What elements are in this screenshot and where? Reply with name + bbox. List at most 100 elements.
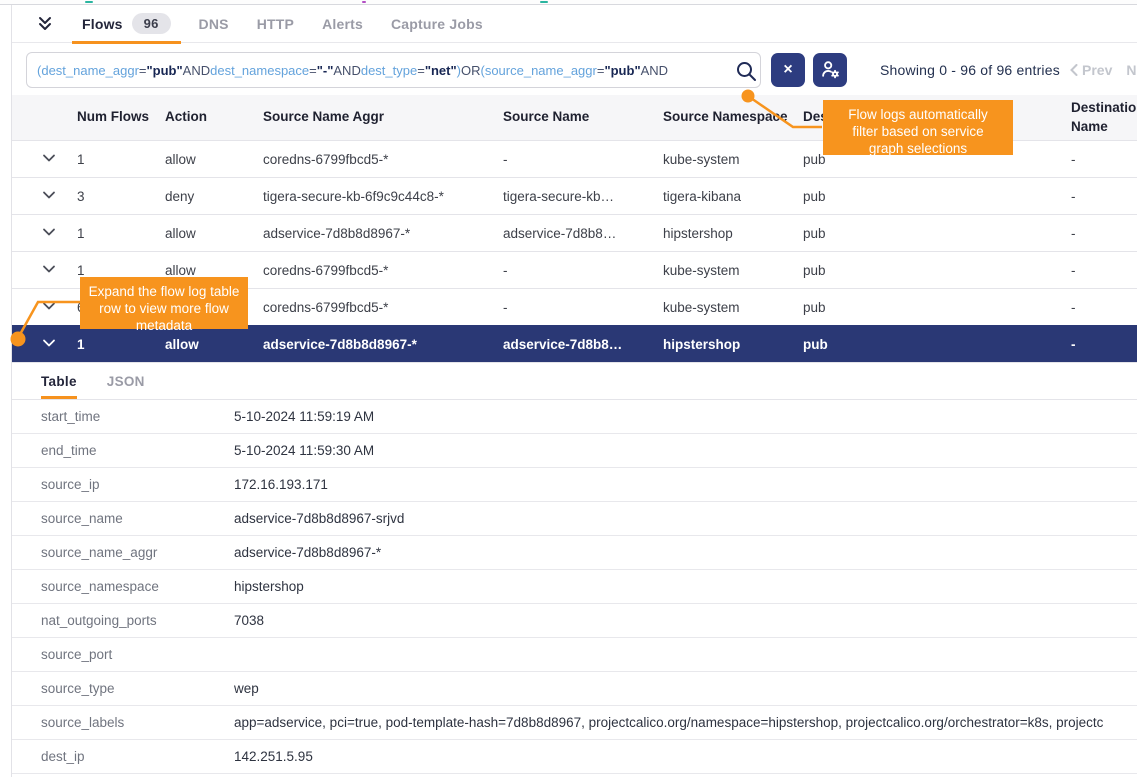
detail-key: source_type	[41, 681, 234, 696]
query-segment: =	[309, 63, 317, 78]
detail-value: 7038	[234, 613, 1137, 628]
tooltip-line: graph selections	[831, 140, 1005, 157]
detail-row: end_time5-10-2024 11:59:30 AM	[12, 434, 1137, 468]
tab-label: HTTP	[257, 16, 294, 32]
detail-row: dest_ip142.251.5.95	[12, 740, 1137, 774]
clear-filter-button[interactable]: ×	[771, 53, 805, 87]
detail-row: source_name_aggradservice-7d8b8d8967-*	[12, 536, 1137, 570]
tab-dns[interactable]: DNS	[185, 5, 243, 43]
user-settings-button[interactable]	[813, 53, 847, 87]
collapse-panel-double-chevron-icon[interactable]	[30, 11, 60, 37]
chevron-left-icon	[1070, 64, 1078, 76]
detail-key: end_time	[41, 443, 234, 458]
tab-alerts[interactable]: Alerts	[308, 5, 377, 43]
next-page-button[interactable]: Next	[1126, 62, 1137, 78]
cell-source-name: -	[503, 300, 663, 315]
filter-query-input[interactable]: (dest_name_aggr = "pub" AND dest_namespa…	[26, 52, 761, 88]
tooltip-line: row to view more flow	[88, 300, 240, 317]
detail-row: source_labelsapp=adservice, pci=true, po…	[12, 706, 1137, 740]
expand-chevron-icon[interactable]	[41, 187, 57, 203]
user-gear-icon	[819, 58, 841, 83]
expand-chevron-icon[interactable]	[41, 335, 57, 351]
expand-cell	[27, 335, 77, 354]
column-header-source-namespace: Source Namespace	[663, 108, 803, 126]
expand-cell	[27, 298, 77, 317]
query-segment: AND	[333, 63, 360, 78]
query-segment: AND	[183, 63, 210, 78]
detail-value: hipstershop	[234, 579, 1137, 594]
tab-capture-jobs[interactable]: Capture Jobs	[377, 5, 497, 43]
cell-source-name-aggr: adservice-7d8b8d8967-*	[263, 226, 503, 241]
tooltip-filter-info: Flow logs automaticallyfilter based on s…	[823, 100, 1013, 155]
cell-action: allow	[165, 263, 263, 278]
flow-row[interactable]: 3denytigera-secure-kb-6f9c9c44c8-*tigera…	[12, 177, 1137, 214]
cell-source-namespace: tigera-kibana	[663, 189, 803, 204]
detail-row: source_port	[12, 638, 1137, 672]
cell-source-namespace: kube-system	[663, 152, 803, 167]
query-segment: dest_namespace	[210, 63, 309, 78]
detail-row: source_nameadservice-7d8b8d8967-srjvd	[12, 502, 1137, 536]
flow-detail-tabbar: Table JSON	[12, 363, 1137, 399]
cell-source-name-aggr: coredns-6799fbcd5-*	[263, 263, 503, 278]
expand-chevron-icon[interactable]	[41, 150, 57, 166]
expand-chevron-icon[interactable]	[41, 261, 57, 277]
detail-value: wep	[234, 681, 1137, 696]
cell-dest-name-aggr: pub	[803, 263, 1071, 278]
expand-chevron-icon[interactable]	[41, 224, 57, 240]
cell-num-flows: 1	[77, 226, 165, 241]
expand-cell	[27, 187, 77, 206]
tab-flows[interactable]: Flows 96	[68, 5, 185, 43]
prev-page-button[interactable]: Prev	[1070, 62, 1112, 78]
expand-cell	[27, 150, 77, 169]
cell-source-name: adservice-7d8b8…	[503, 226, 663, 241]
entries-count-label: Showing 0 - 96 of 96 entries	[880, 62, 1060, 78]
expand-chevron-icon[interactable]	[41, 298, 57, 314]
detail-tab-table[interactable]: Table	[41, 363, 77, 399]
cell-dest-name-aggr: pub	[803, 300, 1071, 315]
detail-value: adservice-7d8b8d8967-*	[234, 545, 1137, 560]
graph-edge-speck	[85, 1, 93, 3]
cell-source-name-aggr: coredns-6799fbcd5-*	[263, 152, 503, 167]
tab-http[interactable]: HTTP	[243, 5, 308, 43]
detail-row: source_ip172.16.193.171	[12, 468, 1137, 502]
tab-label: DNS	[199, 16, 229, 32]
cell-source-name: adservice-7d8b8…	[503, 337, 663, 352]
detail-tab-json[interactable]: JSON	[107, 363, 145, 399]
cell-destination-name: -	[1071, 263, 1137, 278]
detail-key: nat_outgoing_ports	[41, 613, 234, 628]
column-header-source-name: Source Name	[503, 108, 663, 126]
cell-source-namespace: kube-system	[663, 300, 803, 315]
tooltip-line: Flow logs automatically	[831, 106, 1005, 123]
search-icon[interactable]	[734, 59, 758, 83]
detail-row: source_namespacehipstershop	[12, 570, 1137, 604]
graph-edge-speck	[540, 1, 548, 3]
expand-cell	[27, 224, 77, 243]
cell-dest-name-aggr: pub	[803, 189, 1071, 204]
cell-source-namespace: hipstershop	[663, 337, 803, 352]
cell-source-namespace: kube-system	[663, 263, 803, 278]
pagination: Prev Next	[1070, 62, 1137, 78]
query-segment: AND	[641, 63, 668, 78]
cell-destination-name: -	[1071, 300, 1137, 315]
flows-toolbar: (dest_name_aggr = "pub" AND dest_namespa…	[12, 43, 1137, 95]
cell-destination-name: -	[1071, 152, 1137, 167]
cell-dest-name-aggr: pub	[803, 226, 1071, 241]
detail-row: start_time5-10-2024 11:59:19 AM	[12, 400, 1137, 434]
detail-key: source_name_aggr	[41, 545, 234, 560]
detail-value: 5-10-2024 11:59:19 AM	[234, 409, 1137, 424]
cell-num-flows: 3	[77, 189, 165, 204]
cell-destination-name: -	[1071, 226, 1137, 241]
query-segment: =	[597, 63, 605, 78]
cell-action: allow	[165, 226, 263, 241]
detail-key: source_labels	[41, 715, 234, 730]
tab-label: Flows	[82, 16, 123, 32]
tooltip-expand-info: Expand the flow log tablerow to view mor…	[80, 277, 248, 329]
query-segment: dest_name_aggr	[41, 63, 139, 78]
tab-count-badge: 96	[132, 13, 171, 34]
close-icon: ×	[783, 61, 792, 79]
tab-label: Capture Jobs	[391, 16, 483, 32]
flow-row[interactable]: 1allowadservice-7d8b8d8967-*adservice-7d…	[12, 214, 1137, 251]
graph-edge-speck	[362, 1, 366, 3]
detail-value: 5-10-2024 11:59:30 AM	[234, 443, 1137, 458]
column-header-num-flows: Num Flows	[77, 108, 165, 126]
